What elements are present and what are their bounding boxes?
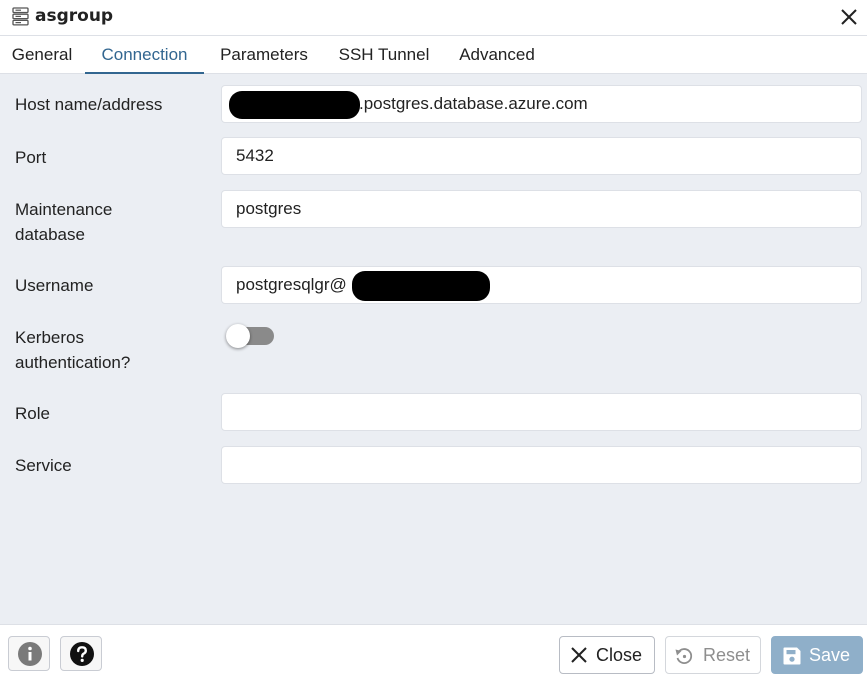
kerberos-label: Kerberos authentication? — [15, 325, 205, 375]
save-button-label: Save — [809, 645, 851, 665]
role-label: Role — [15, 404, 50, 423]
kerberos-label-line2: authentication? — [15, 353, 131, 372]
dialog-title: asgroup — [35, 6, 114, 26]
save-button[interactable]: Save — [771, 636, 863, 674]
service-input[interactable] — [221, 446, 862, 484]
maintenance-db-input[interactable]: postgres — [221, 190, 862, 228]
close-button[interactable]: Close — [559, 636, 655, 674]
tab-ssh-tunnel[interactable]: SSH Tunnel — [331, 36, 437, 74]
toggle-knob — [226, 324, 250, 348]
host-label: Host name/address — [15, 95, 163, 114]
host-value: .postgres.database.azure.com — [359, 94, 588, 113]
reset-icon — [675, 648, 693, 664]
title-bar: asgroup — [0, 0, 867, 36]
service-label: Service — [15, 456, 72, 475]
tab-advanced[interactable]: Advanced — [451, 36, 543, 74]
close-icon[interactable] — [840, 8, 858, 26]
reset-button-label: Reset — [703, 645, 751, 665]
help-button[interactable] — [60, 636, 102, 671]
username-value: postgresqlgr@ — [236, 275, 347, 294]
info-button[interactable] — [8, 636, 50, 671]
reset-button[interactable]: Reset — [665, 636, 761, 674]
role-input[interactable] — [221, 393, 862, 431]
maintenance-db-label-line1: Maintenance — [15, 200, 113, 219]
tab-parameters[interactable]: Parameters — [212, 36, 316, 74]
port-input[interactable]: 5432 — [221, 137, 862, 175]
dialog-footer: Close Reset Save — [0, 624, 867, 678]
tab-connection[interactable]: Connection — [85, 36, 204, 74]
redacted-block — [352, 271, 490, 301]
host-input[interactable]: .postgres.database.azure.com — [221, 85, 862, 123]
username-input[interactable]: postgresqlgr@ — [221, 266, 862, 304]
maintenance-db-label: Maintenance database — [15, 197, 205, 247]
tab-general[interactable]: General — [6, 36, 78, 74]
tab-bar: General Connection Parameters SSH Tunnel… — [0, 36, 867, 74]
redacted-block — [229, 91, 360, 119]
username-label: Username — [15, 276, 94, 295]
info-icon — [18, 642, 42, 666]
help-icon — [70, 642, 94, 666]
port-label: Port — [15, 148, 47, 167]
save-icon — [783, 647, 801, 665]
close-button-label: Close — [596, 645, 643, 665]
server-dialog: asgroup General Connection Parameters SS… — [0, 0, 867, 678]
kerberos-toggle[interactable] — [226, 324, 276, 350]
server-group-icon — [12, 7, 29, 26]
close-icon — [571, 647, 587, 663]
kerberos-label-line1: Kerberos — [15, 328, 84, 347]
maintenance-db-label-line2: database — [15, 225, 85, 244]
